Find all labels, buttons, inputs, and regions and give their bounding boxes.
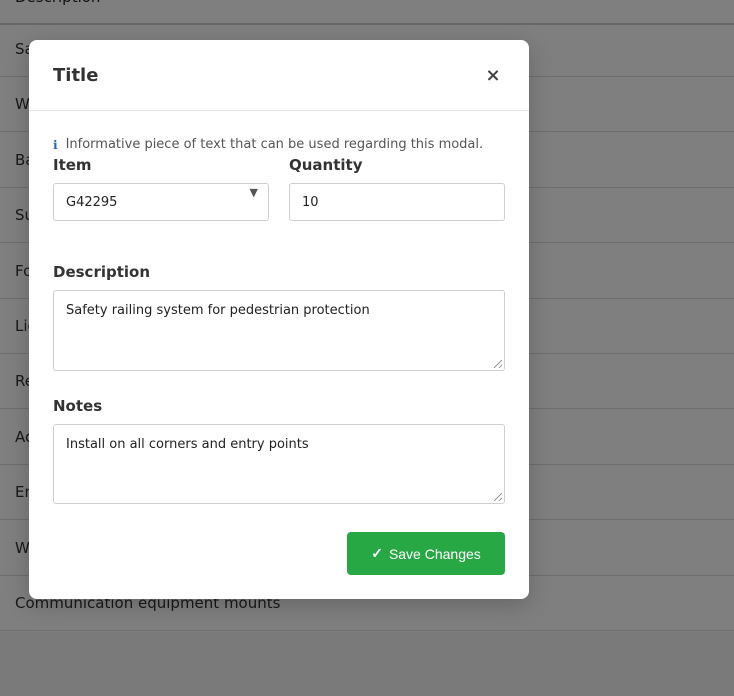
edit-item-modal: Title × ℹ Informative piece of text that…	[29, 40, 529, 599]
info-message: ℹ Informative piece of text that can be …	[53, 137, 483, 152]
resize-handle-icon[interactable]	[494, 493, 502, 501]
notes-textarea[interactable]: Install on all corners and entry points	[53, 424, 505, 504]
item-select-value: G42295	[66, 194, 118, 210]
quantity-input[interactable]: 10	[289, 183, 505, 221]
modal-header: Title ×	[29, 40, 529, 111]
description-label: Description	[53, 263, 151, 281]
close-icon: ×	[485, 64, 501, 86]
quantity-label: Quantity	[289, 156, 363, 174]
info-text: Informative piece of text that can be us…	[65, 137, 484, 152]
resize-handle-icon[interactable]	[494, 360, 502, 368]
checkmark-icon: ✓	[371, 545, 383, 561]
notes-label: Notes	[53, 397, 103, 415]
item-select[interactable]: G42295 ▼	[53, 183, 269, 221]
chevron-down-icon: ▼	[249, 186, 258, 199]
modal-title: Title	[53, 64, 99, 86]
save-changes-button[interactable]: ✓ Save Changes	[347, 532, 505, 575]
info-icon: ℹ	[53, 137, 58, 152]
item-label: Item	[53, 156, 92, 174]
description-textarea[interactable]: Safety railing system for pedestrian pro…	[53, 290, 505, 371]
close-button[interactable]: ×	[481, 63, 505, 87]
quantity-value: 10	[302, 194, 319, 210]
notes-value: Install on all corners and entry points	[66, 437, 309, 452]
save-changes-label: Save Changes	[388, 545, 481, 562]
description-value: Safety railing system for pedestrian pro…	[66, 303, 370, 318]
